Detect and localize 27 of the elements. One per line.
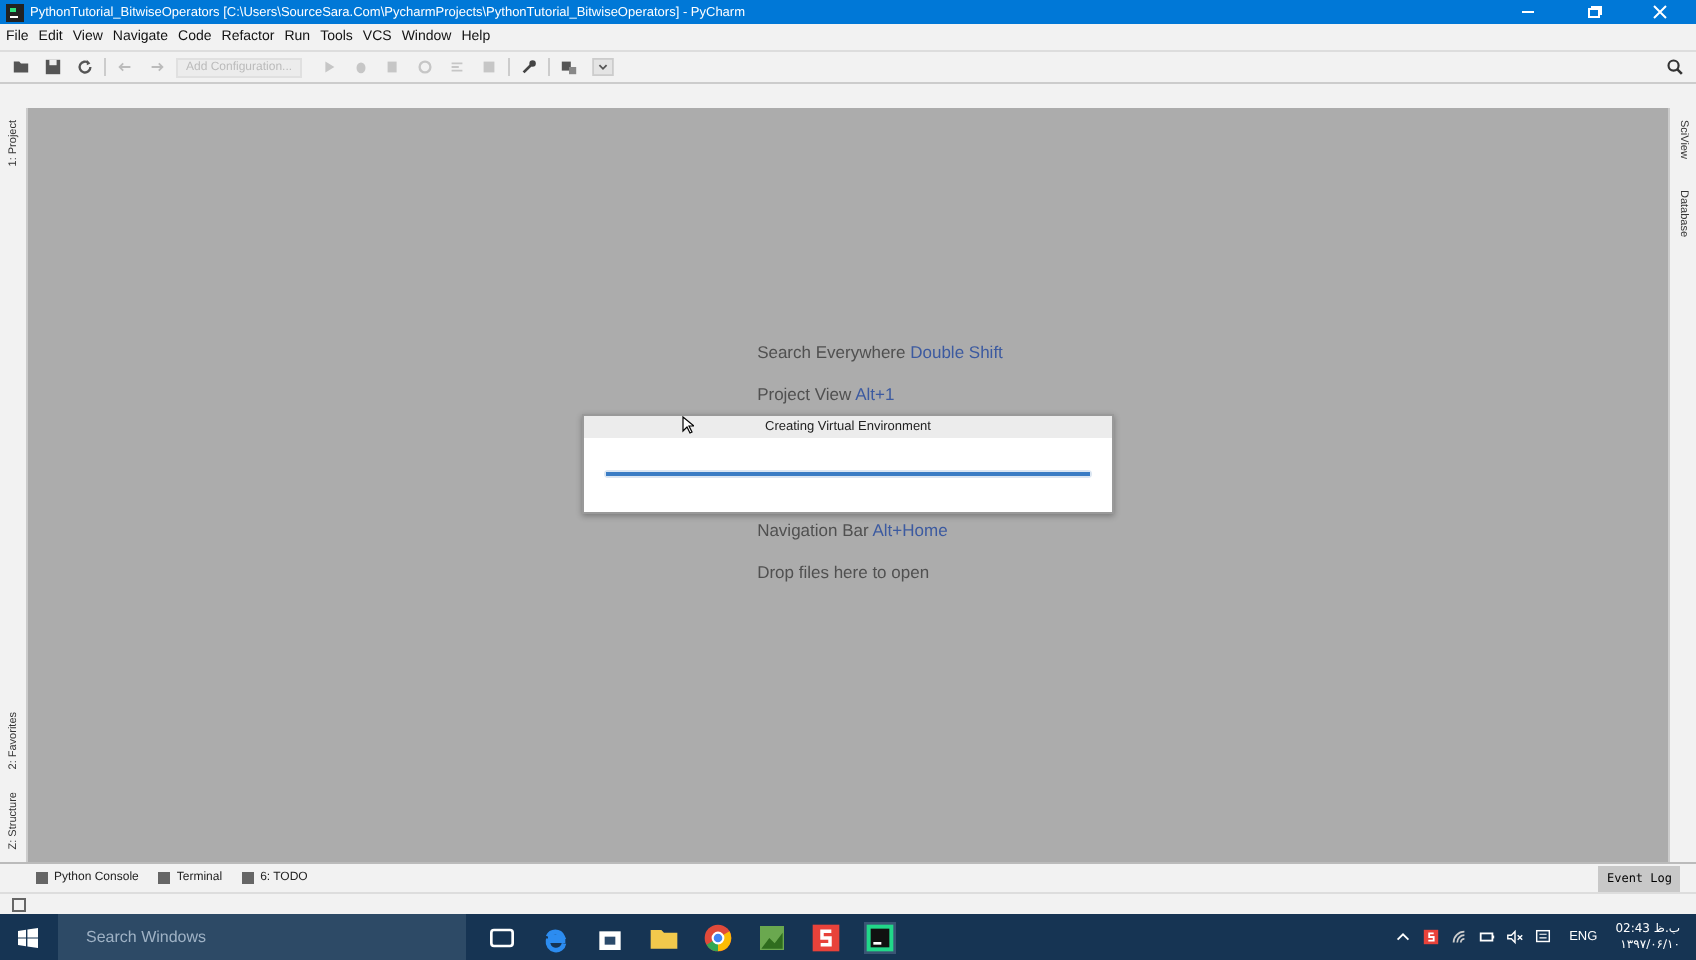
pycharm-icon[interactable] bbox=[864, 921, 896, 953]
save-icon[interactable] bbox=[44, 58, 62, 76]
refresh-icon[interactable] bbox=[76, 58, 94, 76]
hint-text: Drop files here to open bbox=[757, 562, 932, 582]
dropdown-icon[interactable] bbox=[592, 58, 615, 76]
search-icon[interactable] bbox=[1666, 58, 1684, 76]
maximize-icon[interactable] bbox=[1584, 2, 1604, 22]
hint-text: Search Everywhere Double Shift bbox=[757, 342, 1003, 362]
wifi-icon[interactable] bbox=[1449, 928, 1468, 946]
vcs-icon[interactable] bbox=[560, 58, 579, 76]
wrench-icon[interactable] bbox=[520, 58, 539, 76]
speaker-muted-icon[interactable] bbox=[1505, 928, 1524, 946]
s-logo-icon[interactable] bbox=[810, 921, 842, 953]
image-app-icon[interactable] bbox=[756, 921, 788, 953]
chrome-icon[interactable] bbox=[702, 921, 734, 953]
windows-start-icon[interactable] bbox=[18, 927, 38, 947]
chevron-up-icon[interactable] bbox=[1393, 928, 1412, 946]
hint-text: Project View Alt+1 bbox=[757, 384, 897, 404]
app-icon bbox=[6, 3, 24, 21]
battery-icon[interactable] bbox=[1477, 928, 1496, 946]
hint-text: Navigation Bar Alt+Home bbox=[757, 520, 950, 540]
folder-icon[interactable] bbox=[12, 58, 30, 76]
close-icon[interactable] bbox=[1650, 2, 1670, 22]
s-logo-icon[interactable] bbox=[1421, 928, 1440, 946]
notification-icon[interactable] bbox=[1533, 928, 1552, 946]
status-toggle-icon[interactable] bbox=[12, 897, 26, 911]
search-field[interactable]: Search Windows bbox=[58, 914, 466, 960]
